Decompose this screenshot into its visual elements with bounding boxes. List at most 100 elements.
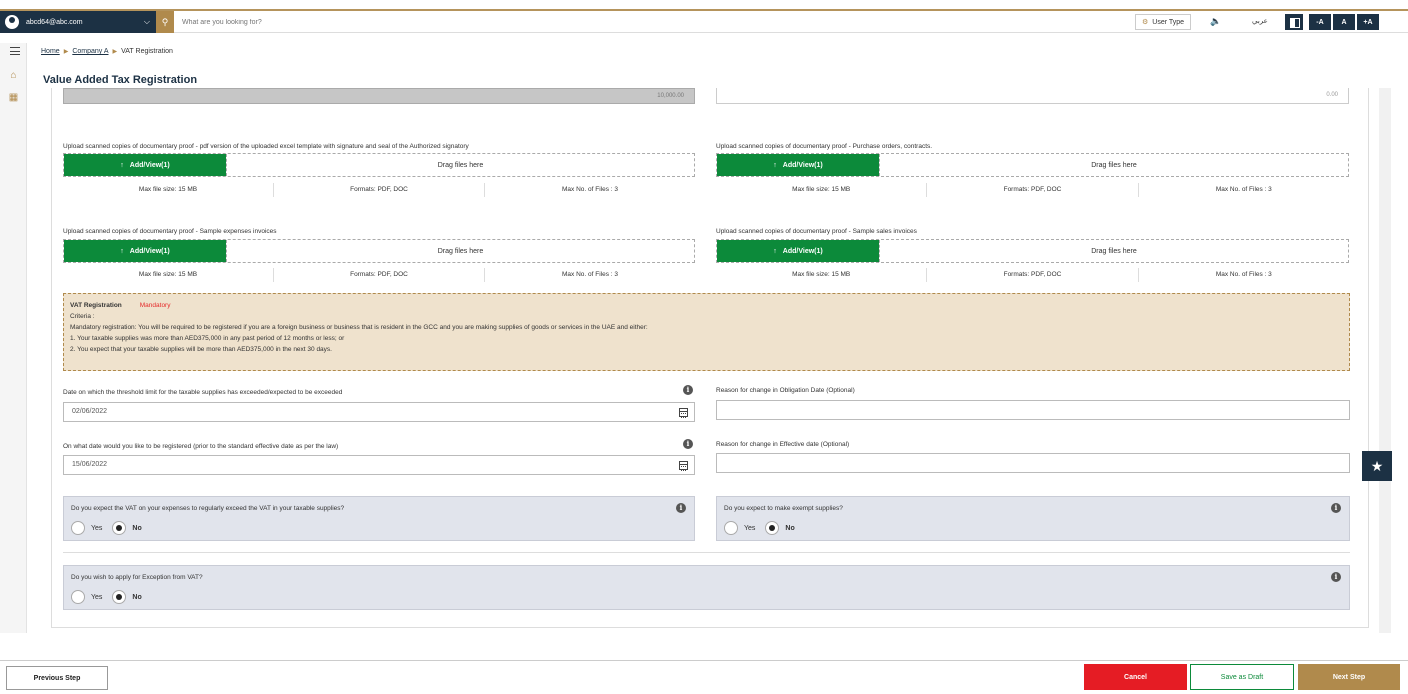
menu-icon[interactable] (10, 47, 20, 55)
threshold-date-input[interactable]: 02/06/2022 (63, 402, 695, 422)
language-toggle[interactable]: عربي (1252, 17, 1268, 25)
info-icon[interactable]: i (683, 385, 693, 395)
upload-zone-sales[interactable]: ↑ Add/View(1) Drag files here (716, 239, 1349, 263)
search-icon: ⚲ (161, 16, 169, 27)
drag-files-area[interactable]: Drag files here (226, 154, 694, 176)
upload-label-expenses: Upload scanned copies of documentary pro… (63, 228, 277, 235)
file-formats: Formats: PDF, DOC (927, 268, 1139, 282)
obligation-reason-input[interactable] (716, 400, 1350, 420)
question-text: Do you expect to make exempt supplies? (724, 505, 843, 512)
add-view-button[interactable]: ↑ Add/View(1) (64, 240, 226, 262)
question-vat-exception: Do you wish to apply for Exception from … (63, 565, 1350, 610)
section-divider (63, 552, 1350, 553)
criteria-title: VAT Registration (70, 302, 122, 309)
drag-files-area[interactable]: Drag files here (879, 240, 1348, 262)
breadcrumb: Home ▶ Company A ▶ VAT Registration (41, 48, 173, 55)
previous-step-button[interactable]: Previous Step (6, 666, 108, 690)
criteria-heading: VAT Registration Mandatory (70, 300, 1343, 311)
apps-grid-icon[interactable]: ▦ (8, 93, 19, 103)
add-view-button[interactable]: ↑ Add/View(1) (64, 154, 226, 176)
radio-no-label: No (785, 524, 795, 532)
calendar-icon[interactable] (679, 461, 688, 471)
font-normal-button[interactable]: A (1333, 14, 1355, 30)
breadcrumb-current: VAT Registration (121, 48, 173, 55)
registration-date-value: 15/06/2022 (72, 461, 108, 468)
footer-bar: Previous Step Cancel Save as Draft Next … (0, 660, 1408, 694)
page-title: Value Added Tax Registration (43, 74, 198, 86)
top-strip (0, 0, 1408, 9)
scrollbar[interactable] (1379, 88, 1391, 633)
file-formats: Formats: PDF, DOC (274, 268, 485, 282)
upload-label-signatory: Upload scanned copies of documentary pro… (63, 143, 469, 150)
add-view-button[interactable]: ↑ Add/View(1) (717, 154, 879, 176)
max-file-size: Max file size: 15 MB (716, 268, 928, 282)
radio-yes-label: Yes (91, 593, 103, 601)
upload-icon: ↑ (773, 161, 777, 169)
account-email: abcd64@abc.com (26, 18, 83, 26)
file-formats: Formats: PDF, DOC (274, 183, 485, 197)
file-formats: Formats: PDF, DOC (927, 183, 1139, 197)
criteria-label: Criteria : (70, 313, 95, 320)
radio-no-label: No (132, 524, 142, 532)
next-step-button[interactable]: Next Step (1298, 664, 1400, 690)
radio-yes[interactable] (724, 521, 738, 535)
breadcrumb-home[interactable]: Home (41, 48, 60, 55)
font-increase-button[interactable]: +A (1357, 14, 1379, 30)
font-decrease-button[interactable]: -A (1309, 14, 1331, 30)
account-menu[interactable]: abcd64@abc.com ⌵ (0, 11, 156, 33)
upload-meta: Max file size: 15 MB Formats: PDF, DOC M… (63, 268, 695, 282)
user-type-label: User Type (1152, 18, 1185, 26)
search-input[interactable] (182, 11, 782, 33)
registration-date-input[interactable]: 15/06/2022 (63, 455, 695, 475)
search-button[interactable]: ⚲ (156, 11, 174, 33)
add-view-label: Add/View(1) (782, 161, 823, 169)
previous-amount-field-right[interactable]: 0.00 (716, 88, 1349, 104)
drag-files-area[interactable]: Drag files here (226, 240, 694, 262)
question-text: Do you expect the VAT on your expenses t… (71, 505, 345, 512)
radio-no[interactable] (765, 521, 780, 535)
radio-no[interactable] (112, 521, 127, 535)
save-draft-button[interactable]: Save as Draft (1190, 664, 1294, 690)
max-files: Max No. of Files : 3 (562, 186, 618, 193)
calendar-icon[interactable] (679, 408, 688, 418)
max-file-size: Max file size: 15 MB (63, 183, 274, 197)
radio-yes[interactable] (71, 521, 85, 535)
upload-meta: Max file size: 15 MB Formats: PDF, DOC M… (63, 183, 695, 197)
info-icon[interactable]: i (1331, 503, 1341, 513)
max-files: Max No. of Files : 3 (1215, 186, 1272, 193)
drag-files-area[interactable]: Drag files here (879, 154, 1348, 176)
effective-reason-label: Reason for change in Effective date (Opt… (716, 441, 850, 448)
criteria-line: 1. Your taxable supplies was more than A… (70, 335, 345, 342)
contrast-toggle-icon[interactable] (1285, 14, 1303, 30)
favorite-star-icon[interactable]: ★ (1362, 451, 1392, 481)
upload-icon: ↑ (120, 247, 124, 255)
gear-icon: ⚙ (1142, 19, 1149, 26)
radio-yes-label: Yes (91, 524, 103, 532)
upload-zone-signatory[interactable]: ↑ Add/View(1) Drag files here (63, 153, 695, 177)
cancel-button[interactable]: Cancel (1084, 664, 1187, 690)
obligation-reason-label: Reason for change in Obligation Date (Op… (716, 387, 855, 394)
info-icon[interactable]: i (683, 439, 693, 449)
info-icon[interactable]: i (1331, 572, 1341, 582)
criteria-line: 2. You expect that your taxable supplies… (70, 346, 332, 353)
upload-zone-purchase-orders[interactable]: ↑ Add/View(1) Drag files here (716, 153, 1349, 177)
user-type-button[interactable]: ⚙ User Type (1135, 14, 1192, 30)
add-view-label: Add/View(1) (782, 247, 823, 255)
upload-zone-expenses[interactable]: ↑ Add/View(1) Drag files here (63, 239, 695, 263)
left-rail: ⌂ ▦ (0, 43, 27, 633)
radio-yes[interactable] (71, 590, 85, 604)
info-icon[interactable]: i (676, 503, 686, 513)
radio-no[interactable] (112, 590, 127, 604)
threshold-date-label: Date on which the threshold limit for th… (63, 389, 343, 396)
previous-amount-value: 10,000.00 (657, 93, 684, 99)
add-view-button[interactable]: ↑ Add/View(1) (717, 240, 879, 262)
user-avatar-icon (5, 15, 19, 29)
mandatory-badge: Mandatory (139, 302, 171, 309)
home-icon[interactable]: ⌂ (8, 71, 19, 81)
speaker-icon[interactable]: 🔈 (1210, 16, 1221, 27)
max-files: Max No. of Files : 3 (562, 271, 618, 278)
breadcrumb-company[interactable]: Company A (72, 48, 108, 55)
radio-group: Yes No (724, 521, 799, 535)
effective-reason-input[interactable] (716, 453, 1350, 473)
breadcrumb-separator-icon: ▶ (112, 49, 118, 55)
